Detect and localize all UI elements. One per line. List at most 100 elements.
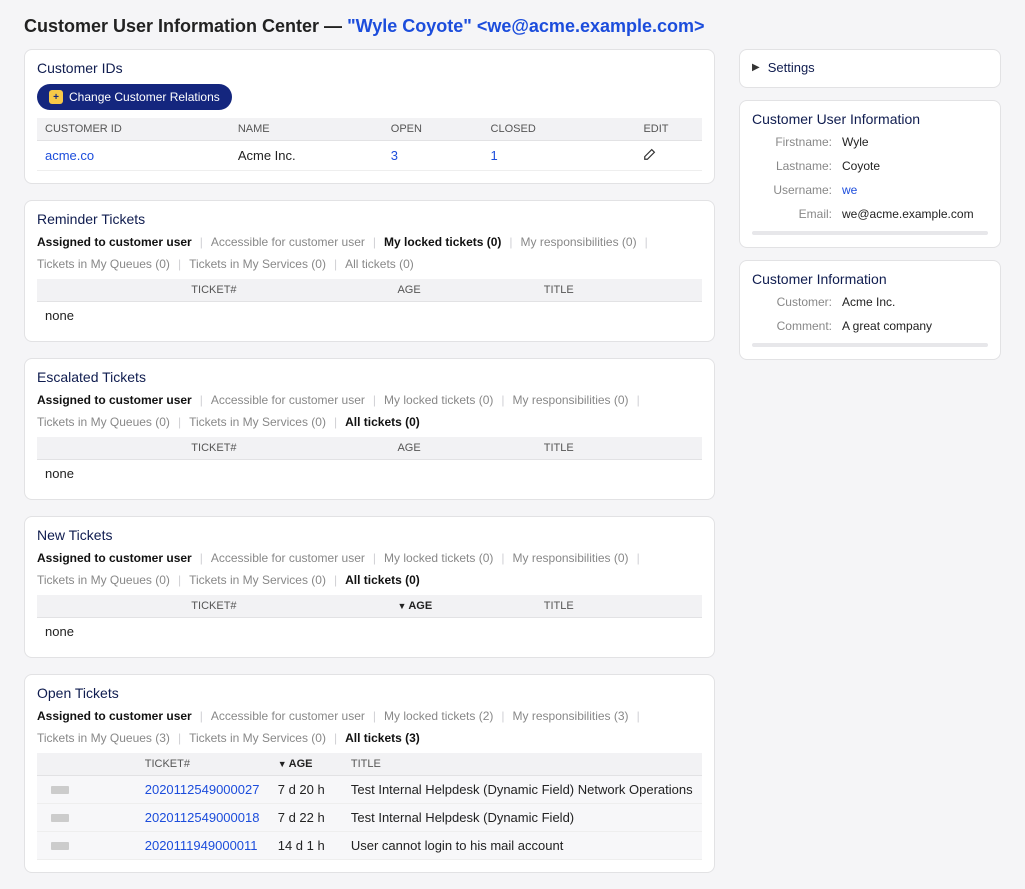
chevron-right-icon: ▶ (752, 62, 760, 73)
value-email: we@acme.example.com (842, 207, 988, 221)
col-age-sorted[interactable]: ▼AGE (270, 753, 343, 776)
customer-id-link[interactable]: acme.co (45, 148, 94, 163)
ticket-age-cell: 14 d 1 h (270, 832, 343, 860)
label-lastname: Lastname: (752, 159, 842, 173)
filter-queues[interactable]: Tickets in My Queues (0) (37, 257, 170, 271)
filter-responsibilities[interactable]: My responsibilities (3) (513, 709, 629, 723)
col-closed[interactable]: CLOSED (483, 118, 636, 141)
ticket-title-cell: Test Internal Helpdesk (Dynamic Field) N… (343, 776, 702, 804)
sort-desc-icon: ▼ (278, 759, 287, 769)
table-row[interactable]: 2020112549000018 7 d 22 hTest Internal He… (37, 804, 702, 832)
col-ticket[interactable]: TICKET# (137, 753, 270, 776)
reminder-tickets-title: Reminder Tickets (37, 211, 702, 227)
filter-assigned[interactable]: Assigned to customer user (37, 393, 192, 407)
new-none: none (37, 618, 702, 645)
new-tickets-title: New Tickets (37, 527, 702, 543)
value-comment: A great company (842, 319, 988, 333)
filter-services[interactable]: Tickets in My Services (0) (189, 257, 326, 271)
customer-user-info-panel: Customer User Information Firstname: Wyl… (739, 100, 1001, 248)
filter-locked[interactable]: My locked tickets (0) (384, 235, 501, 249)
filter-all[interactable]: All tickets (0) (345, 573, 420, 587)
filter-queues[interactable]: Tickets in My Queues (3) (37, 731, 170, 745)
change-customer-relations-label: Change Customer Relations (69, 90, 220, 104)
value-firstname: Wyle (842, 135, 988, 149)
customer-closed-link[interactable]: 1 (491, 148, 498, 163)
filter-queues[interactable]: Tickets in My Queues (0) (37, 415, 170, 429)
filter-assigned[interactable]: Assigned to customer user (37, 235, 192, 249)
filter-locked[interactable]: My locked tickets (0) (384, 551, 493, 565)
ticket-number-link[interactable]: 2020112549000027 (145, 782, 260, 797)
escalated-filter-row-2: Tickets in My Queues (0)| Tickets in My … (37, 415, 702, 429)
settings-toggle[interactable]: ▶ Settings (739, 49, 1001, 88)
open-tickets-title: Open Tickets (37, 685, 702, 701)
table-row: acme.co Acme Inc. 3 1 (37, 141, 702, 171)
label-username: Username: (752, 183, 842, 197)
table-row[interactable]: 202011194900001114 d 1 hUser cannot logi… (37, 832, 702, 860)
filter-services[interactable]: Tickets in My Services (0) (189, 415, 326, 429)
escalated-tickets-title: Escalated Tickets (37, 369, 702, 385)
label-comment: Comment: (752, 319, 842, 333)
flag-icon[interactable] (51, 814, 69, 822)
edit-icon[interactable] (643, 149, 657, 164)
col-age[interactable]: AGE (389, 437, 535, 460)
ticket-age-cell: 7 d 20 h (270, 776, 343, 804)
filter-responsibilities[interactable]: My responsibilities (0) (513, 393, 629, 407)
new-filter-row-1: Assigned to customer user| Accessible fo… (37, 551, 702, 565)
customer-user-info-title: Customer User Information (752, 111, 988, 127)
change-customer-relations-button[interactable]: + Change Customer Relations (37, 84, 232, 110)
new-tickets-panel: New Tickets Assigned to customer user| A… (24, 516, 715, 658)
col-ticket[interactable]: TICKET# (183, 437, 389, 460)
reminder-tickets-table: TICKET# AGE TITLE (37, 279, 702, 302)
col-name[interactable]: NAME (230, 118, 383, 141)
filter-accessible[interactable]: Accessible for customer user (211, 393, 365, 407)
scroll-indicator (752, 231, 988, 235)
value-username-link[interactable]: we (842, 183, 857, 197)
reminder-none: none (37, 302, 702, 329)
filter-assigned[interactable]: Assigned to customer user (37, 551, 192, 565)
customer-info-title: Customer Information (752, 271, 988, 287)
col-title[interactable]: TITLE (343, 753, 702, 776)
col-customer-id[interactable]: CUSTOMER ID (37, 118, 230, 141)
new-filter-row-2: Tickets in My Queues (0)| Tickets in My … (37, 573, 702, 587)
value-lastname: Coyote (842, 159, 988, 173)
open-filter-row-2: Tickets in My Queues (3)| Tickets in My … (37, 731, 702, 745)
ticket-title-cell: Test Internal Helpdesk (Dynamic Field) (343, 804, 702, 832)
col-ticket[interactable]: TICKET# (183, 595, 389, 618)
reminder-filter-row-1: Assigned to customer user| Accessible fo… (37, 235, 702, 249)
filter-all[interactable]: All tickets (0) (345, 415, 420, 429)
filter-locked[interactable]: My locked tickets (0) (384, 393, 493, 407)
filter-locked[interactable]: My locked tickets (2) (384, 709, 493, 723)
customer-ids-title: Customer IDs (37, 60, 702, 76)
col-edit[interactable]: EDIT (635, 118, 702, 141)
ticket-number-link[interactable]: 2020111949000011 (145, 838, 258, 853)
filter-accessible[interactable]: Accessible for customer user (211, 235, 365, 249)
table-row[interactable]: 2020112549000027 7 d 20 hTest Internal He… (37, 776, 702, 804)
page-title-prefix: Customer User Information Center — (24, 16, 342, 36)
col-age[interactable]: AGE (389, 279, 535, 302)
col-title[interactable]: TITLE (536, 437, 702, 460)
escalated-tickets-table: TICKET# AGE TITLE (37, 437, 702, 460)
filter-services[interactable]: Tickets in My Services (0) (189, 573, 326, 587)
col-title[interactable]: TITLE (536, 595, 702, 618)
filter-responsibilities[interactable]: My responsibilities (0) (521, 235, 637, 249)
open-tickets-panel: Open Tickets Assigned to customer user| … (24, 674, 715, 873)
flag-icon[interactable] (51, 786, 69, 794)
flag-icon[interactable] (51, 842, 69, 850)
label-email: Email: (752, 207, 842, 221)
filter-accessible[interactable]: Accessible for customer user (211, 709, 365, 723)
col-open[interactable]: OPEN (383, 118, 483, 141)
filter-assigned[interactable]: Assigned to customer user (37, 709, 192, 723)
ticket-number-link[interactable]: 2020112549000018 (145, 810, 260, 825)
new-tickets-table: TICKET# ▼AGE TITLE (37, 595, 702, 618)
col-title[interactable]: TITLE (536, 279, 702, 302)
col-ticket[interactable]: TICKET# (183, 279, 389, 302)
filter-all[interactable]: All tickets (0) (345, 257, 414, 271)
filter-queues[interactable]: Tickets in My Queues (0) (37, 573, 170, 587)
filter-services[interactable]: Tickets in My Services (0) (189, 731, 326, 745)
col-age-sorted[interactable]: ▼AGE (389, 595, 535, 618)
filter-all[interactable]: All tickets (3) (345, 731, 420, 745)
customer-open-link[interactable]: 3 (391, 148, 398, 163)
ticket-age-cell: 7 d 22 h (270, 804, 343, 832)
filter-responsibilities[interactable]: My responsibilities (0) (513, 551, 629, 565)
filter-accessible[interactable]: Accessible for customer user (211, 551, 365, 565)
